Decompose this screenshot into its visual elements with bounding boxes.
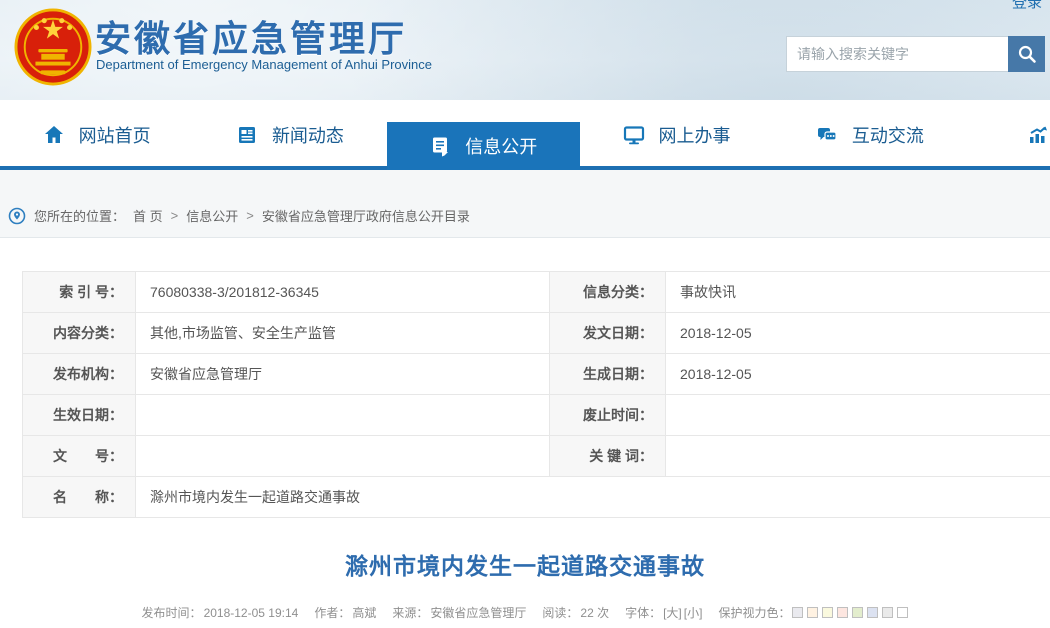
field-label-document-number: 文 号：	[23, 436, 136, 477]
nav-item-news[interactable]: 新闻动态	[193, 100, 386, 170]
monitor-icon	[623, 124, 645, 146]
search-button[interactable]	[1008, 36, 1045, 72]
field-label-issue-date: 发文日期：	[550, 313, 666, 354]
document-icon	[429, 135, 451, 157]
chart-icon	[1027, 124, 1049, 146]
field-value-content-category: 其他,市场监管、安全生产监管	[136, 313, 550, 354]
nav-item-data[interactable]: 数据	[966, 100, 1050, 170]
eye-color-swatch[interactable]	[792, 607, 803, 618]
source-value: 安徽省应急管理厅	[430, 604, 526, 621]
nav-item-interaction[interactable]: 互动交流	[773, 100, 966, 170]
home-icon	[43, 124, 65, 146]
login-link[interactable]: 登录	[1012, 0, 1042, 12]
nav-item-label: 信息公开	[465, 133, 537, 159]
breadcrumb-separator: >	[246, 208, 254, 223]
nav-item-label: 网站首页	[79, 122, 151, 148]
national-emblem-logo	[14, 7, 92, 87]
article-meta: 发布时间：2018-12-05 19:14 作者：高斌 来源：安徽省应急管理厅 …	[0, 604, 1050, 621]
eye-color-swatch[interactable]	[897, 607, 908, 618]
field-value-document-number	[136, 436, 550, 477]
source-label: 来源：	[392, 604, 428, 621]
field-label-publisher: 发布机构：	[23, 354, 136, 395]
source: 来源：安徽省应急管理厅	[392, 604, 526, 621]
field-value-publisher: 安徽省应急管理厅	[136, 354, 550, 395]
chat-icon	[816, 124, 838, 146]
eye-color-swatches	[792, 607, 908, 618]
breadcrumb: 您所在的位置： 首 页 > 信息公开 > 安徽省应急管理厅政府信息公开目录	[8, 206, 470, 225]
field-value-issue-date: 2018-12-05	[666, 313, 1050, 354]
field-label-effective-date: 生效日期：	[23, 395, 136, 436]
author-value: 高斌	[352, 604, 376, 621]
field-label-keywords: 关 键 词：	[550, 436, 666, 477]
eye-color-swatch[interactable]	[882, 607, 893, 618]
location-pin-icon	[8, 207, 26, 225]
field-label-name: 名 称：	[23, 477, 136, 518]
eye-color-swatch[interactable]	[837, 607, 848, 618]
nav-item-label: 新闻动态	[272, 122, 344, 148]
breadcrumb-link-home[interactable]: 首 页	[133, 206, 163, 225]
breadcrumb-current: 安徽省应急管理厅政府信息公开目录	[262, 206, 470, 225]
font-smaller-button[interactable]: [小]	[684, 604, 703, 621]
search-input[interactable]	[786, 36, 1008, 72]
field-label-content-category: 内容分类：	[23, 313, 136, 354]
site-subtitle: Department of Emergency Management of An…	[96, 57, 432, 72]
nav-item-info-disclosure[interactable]: 信息公开	[387, 122, 580, 170]
author: 作者：高斌	[314, 604, 376, 621]
view-count-value: 22 次	[580, 604, 609, 621]
news-icon	[236, 124, 258, 146]
document-info-table: 索 引 号： 76080338-3/201812-36345 信息分类： 事故快…	[22, 271, 1050, 518]
search-icon	[1017, 44, 1037, 64]
view-count: 阅读：22 次	[542, 604, 609, 621]
breadcrumb-link-info-disclosure[interactable]: 信息公开	[186, 206, 238, 225]
main-nav: 网站首页 新闻动态 信息公开	[0, 100, 1050, 170]
field-label-info-category: 信息分类：	[550, 272, 666, 313]
field-label-repeal-time: 废止时间：	[550, 395, 666, 436]
article-title: 滁州市境内发生一起道路交通事故	[0, 547, 1050, 581]
site-title: 安徽省应急管理厅	[95, 10, 407, 62]
breadcrumb-separator: >	[171, 208, 179, 223]
font-size-control: 字体： [大] [小]	[625, 604, 702, 621]
field-label-index-number: 索 引 号：	[23, 272, 136, 313]
field-value-generate-date: 2018-12-05	[666, 354, 1050, 395]
eye-color-swatch[interactable]	[867, 607, 878, 618]
field-value-keywords	[666, 436, 1050, 477]
field-value-name: 滁州市境内发生一起道路交通事故	[136, 477, 1050, 518]
publish-time: 发布时间：2018-12-05 19:14	[142, 604, 299, 621]
field-label-generate-date: 生成日期：	[550, 354, 666, 395]
nav-item-online-services[interactable]: 网上办事	[580, 100, 773, 170]
breadcrumb-bar: 您所在的位置： 首 页 > 信息公开 > 安徽省应急管理厅政府信息公开目录	[0, 170, 1050, 238]
font-size-label: 字体：	[625, 604, 661, 621]
field-value-index-number: 76080338-3/201812-36345	[136, 272, 550, 313]
field-value-effective-date	[136, 395, 550, 436]
eye-color-swatch[interactable]	[807, 607, 818, 618]
eye-color-swatch[interactable]	[822, 607, 833, 618]
nav-item-label: 互动交流	[852, 122, 924, 148]
nav-item-home[interactable]: 网站首页	[0, 100, 193, 170]
font-larger-button[interactable]: [大]	[663, 604, 682, 621]
field-value-repeal-time	[666, 395, 1050, 436]
view-count-label: 阅读：	[542, 604, 578, 621]
search-box	[786, 36, 1045, 72]
nav-item-label: 网上办事	[659, 122, 731, 148]
content-area: 索 引 号： 76080338-3/201812-36345 信息分类： 事故快…	[0, 271, 1050, 621]
publish-time-value: 2018-12-05 19:14	[204, 606, 299, 620]
eye-protection-colors: 保护视力色：	[718, 604, 908, 621]
site-header: 安徽省应急管理厅 Department of Emergency Managem…	[0, 0, 1050, 100]
eye-protection-label: 保护视力色：	[718, 604, 790, 621]
publish-time-label: 发布时间：	[142, 604, 202, 621]
breadcrumb-prefix: 您所在的位置：	[34, 206, 125, 225]
eye-color-swatch[interactable]	[852, 607, 863, 618]
field-value-info-category: 事故快讯	[666, 272, 1050, 313]
author-label: 作者：	[314, 604, 350, 621]
